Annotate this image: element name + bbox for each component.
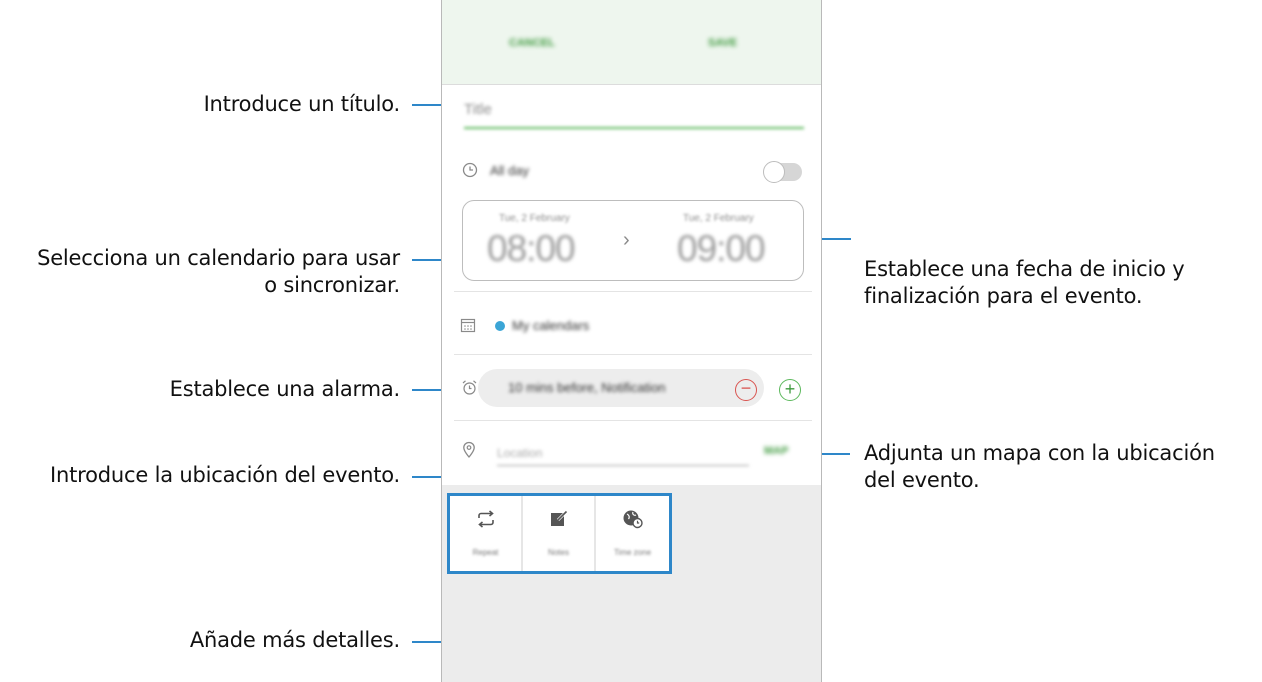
alarm-clock-icon <box>461 379 478 400</box>
location-pin-icon <box>462 441 476 463</box>
location-input[interactable]: Location <box>497 441 749 466</box>
callout-map-line1: Adjunta un mapa con la ubicación <box>864 441 1215 465</box>
notes-label: Notes <box>548 548 569 557</box>
callout-title: Introduce un título. <box>203 92 401 116</box>
clock-icon <box>462 162 478 182</box>
app-bar: CANCEL SAVE <box>442 0 821 85</box>
time-zone-label: Time zone <box>613 548 652 557</box>
callout-alarm: Establece una alarma. <box>169 377 401 401</box>
callout-map-line2: del evento. <box>864 468 980 492</box>
repeat-label: Repeat <box>472 548 499 557</box>
start-date-caption: Tue, 2 February <box>499 213 570 224</box>
callout-calendar-line2: o sincronizar. <box>264 273 400 297</box>
notes-icon <box>523 509 594 535</box>
event-form: Title <box>442 85 821 485</box>
callout-calendar-line1: Selecciona un calendario para usar <box>37 246 400 270</box>
more-details-group: Repeat Notes Time zone <box>447 493 672 574</box>
end-date-caption: Tue, 2 February <box>683 213 754 224</box>
repeat-option[interactable]: Repeat <box>450 496 523 571</box>
callout-date-line2: finalización para el evento. <box>864 284 1143 308</box>
alarm-field[interactable]: 10 mins before, Notification <box>478 369 764 407</box>
map-button[interactable]: MAP <box>764 445 788 457</box>
callout-details: Añade más detalles. <box>189 628 400 652</box>
callout-map: Adjunta un mapa con la ubicación del eve… <box>864 440 1254 494</box>
notes-option[interactable]: Notes <box>523 496 596 571</box>
time-zone-icon <box>596 509 669 535</box>
cancel-button[interactable]: CANCEL <box>509 31 555 55</box>
calendar-icon <box>460 317 476 337</box>
divider <box>454 354 812 355</box>
all-day-label: All day <box>490 163 530 178</box>
calendar-color-dot <box>495 321 505 331</box>
remove-alarm-button[interactable]: − <box>735 379 757 401</box>
callout-location: Introduce la ubicación del evento. <box>50 463 400 487</box>
end-time[interactable]: 09:00 <box>677 228 766 270</box>
repeat-icon <box>450 509 521 535</box>
divider <box>454 420 812 421</box>
calendar-name[interactable]: My calendars <box>512 318 589 333</box>
time-zone-option[interactable]: Time zone <box>596 496 669 571</box>
divider <box>454 291 812 292</box>
callout-date: Establece una fecha de inicio y finaliza… <box>864 256 1224 310</box>
date-time-box[interactable]: Tue, 2 February 08:00 › Tue, 2 February … <box>462 200 804 281</box>
callout-date-line1: Establece una fecha de inicio y <box>864 257 1185 281</box>
start-time[interactable]: 08:00 <box>487 228 576 270</box>
all-day-toggle[interactable] <box>763 161 802 183</box>
alarm-value: 10 mins before, Notification <box>508 380 666 395</box>
chevron-right-icon: › <box>623 229 630 251</box>
callout-calendar: Selecciona un calendario para usar o sin… <box>0 245 400 299</box>
phone-screen: CANCEL SAVE Title All day Tue, 2 Februar… <box>441 0 822 682</box>
details-bar: Repeat Notes Time zone <box>442 485 821 682</box>
add-alarm-button[interactable]: + <box>779 379 801 401</box>
title-input[interactable]: Title <box>464 93 804 129</box>
save-button[interactable]: SAVE <box>708 31 737 55</box>
